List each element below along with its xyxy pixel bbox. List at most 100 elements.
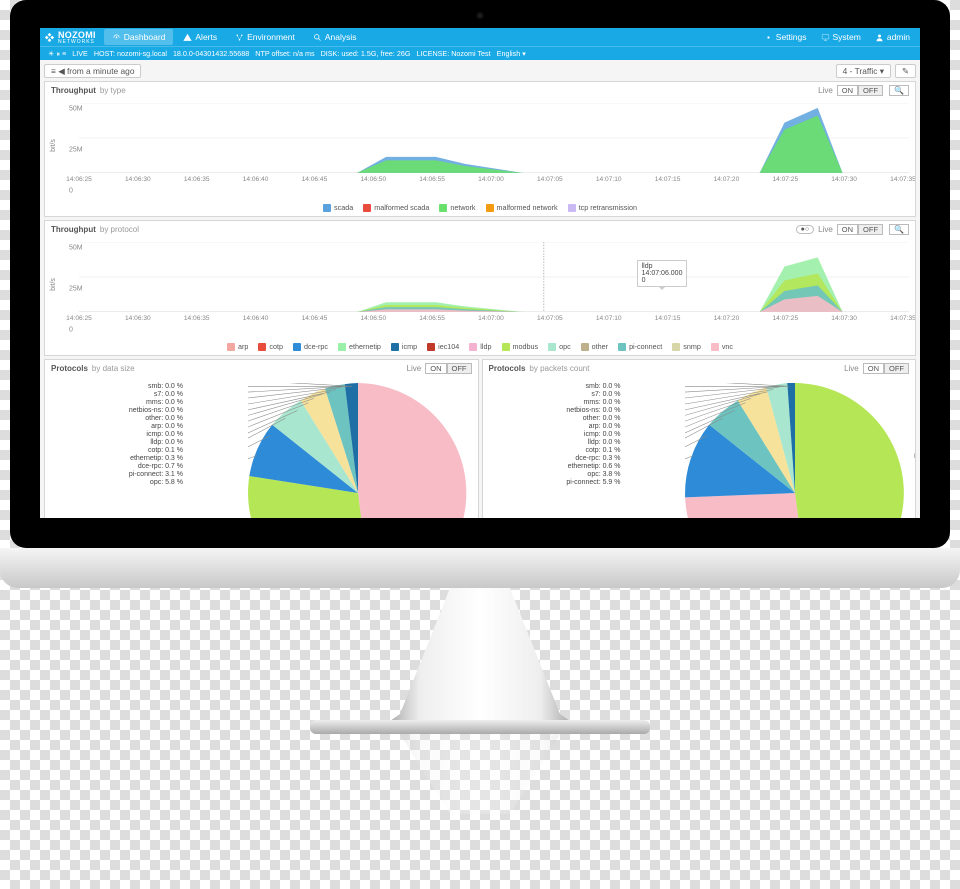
legend-item[interactable]: opc [548,342,571,351]
app-screen: NOZOMINETWORKS Dashboard Alerts Environm… [40,28,920,518]
legend-item[interactable]: iec104 [427,342,459,351]
y-axis-label: bit/s [50,139,57,152]
pie-label: cotp: 0.1 % [491,447,621,454]
x-tick: 14:07:20 [714,315,740,322]
chart-type[interactable]: bit/s 50M 25M 0 14:06:2514:0 [45,99,915,201]
legend-item[interactable]: other [581,342,608,351]
nav-analysis-label: Analysis [325,32,357,42]
legend-item[interactable]: icmp [391,342,417,351]
pie-label: s7: 0.0 % [53,391,183,398]
status-ntp: n/a ms [293,49,315,58]
nav-user-label: admin [887,32,910,42]
nav-system[interactable]: System [815,29,867,45]
legend-swatch [711,343,719,351]
pie-svg [248,383,468,518]
legend-swatch [391,343,399,351]
nav-settings[interactable]: Settings [758,29,813,45]
legend-swatch [618,343,626,351]
pie-labels-pkt: smb: 0.0 %s7: 0.0 %mms: 0.0 %netbios-ns:… [491,383,621,486]
status-build: 18.0.0-04301432.55688 [173,49,249,58]
live-label: Live [818,86,833,95]
nav-user[interactable]: admin [869,29,916,45]
legend-item[interactable]: lldp [469,342,491,351]
mini-toggle-icon[interactable]: ●○ [796,225,814,234]
nav-alerts-label: Alerts [195,32,217,42]
panel-proto-title: Throughput [51,225,96,234]
area-chart-type [79,103,909,173]
chart-proto[interactable]: bit/s 50M 25M 0 [45,238,915,340]
x-tick: 14:06:40 [243,176,269,183]
legend-label: other [592,342,608,351]
legend-item[interactable]: cotp [258,342,283,351]
status-disk-label: DISK: [321,49,340,58]
pie-pkt-subtitle: by packets count [529,364,589,373]
panel-type-subtitle: by type [100,86,126,95]
legend-item[interactable]: snmp [672,342,701,351]
legend-item[interactable]: network [439,203,475,212]
nav-alerts[interactable]: Alerts [175,29,225,45]
legend-label: pi-connect [629,342,662,351]
live-toggle-pie-pkt[interactable]: ONOFF [863,363,909,374]
nav-environment-label: Environment [247,32,295,42]
panel-throughput-by-type: Throughput by type Live ONOFF 🔍 bit/s 50… [44,81,916,217]
pie-label: dce-rpc: 0.7 % [53,463,183,470]
x-tick: 14:06:50 [360,315,386,322]
pie-label: netbios-ns: 0.0 % [491,407,621,414]
status-host: nozomi-sg.local [117,49,167,58]
nav-dashboard[interactable]: Dashboard [104,29,174,45]
pie-label: other: 0.0 % [491,415,621,422]
tab-selector-label: 4 - Traffic [843,66,878,76]
nav-environment[interactable]: Environment [227,29,303,45]
legend-item[interactable]: ethernetip [338,342,381,351]
pie-label: lldp: 0.0 % [53,439,183,446]
status-ntp-label: NTP offset: [255,49,291,58]
brand-logo[interactable]: NOZOMINETWORKS [44,30,96,45]
pie-chart-size[interactable]: smb: 0.0 %s7: 0.0 %mms: 0.0 %netbios-ns:… [45,377,478,518]
legend-item[interactable]: arp [227,342,248,351]
legend-swatch [581,343,589,351]
legend-item[interactable]: pi-connect [618,342,662,351]
live-toggle-pie-size[interactable]: ONOFF [425,363,471,374]
legend-item[interactable]: vnc [711,342,733,351]
pie-label: opc: 5.8 % [53,479,183,486]
toggle-off: OFF [447,363,472,374]
status-license-label: LICENSE: [416,49,449,58]
zoom-button[interactable]: 🔍 [889,224,909,235]
tool-options-button[interactable]: ✎ [895,64,916,78]
pie-label: smb: 0.0 % [491,383,621,390]
pie-big-label: modbus: 47.9 % [914,451,916,460]
search-icon [313,33,322,42]
legend-swatch [439,204,447,212]
tab-selector[interactable]: 4 - Traffic ▾ [836,64,891,78]
nav-analysis[interactable]: Analysis [305,29,365,45]
legend-type: scada malformed scada network malformed net… [45,201,915,216]
x-tick: 14:06:45 [302,315,328,322]
status-bar: ☀ ⏸ ≡ LIVE HOST: nozomi-sg.local 18.0.0-… [40,46,920,60]
legend-label: network [450,203,475,212]
legend-label: malformed scada [374,203,429,212]
pie-svg [685,383,905,518]
time-back-button[interactable]: ≡ ◀ from a minute ago [44,64,141,78]
pie-chart-pkt[interactable]: smb: 0.0 %s7: 0.0 %mms: 0.0 %netbios-ns:… [483,377,916,518]
legend-item[interactable]: modbus [502,342,539,351]
legend-label: cotp [269,342,283,351]
alert-icon [183,33,192,42]
status-lang[interactable]: English ▾ [497,49,526,58]
pie-label: other: 0.0 % [53,415,183,422]
legend-item[interactable]: malformed scada [363,203,429,212]
live-toggle-type[interactable]: ONOFF [837,85,883,96]
legend-swatch [338,343,346,351]
legend-label: snmp [683,342,701,351]
legend-item[interactable]: dce-rpc [293,342,328,351]
zoom-button[interactable]: 🔍 [889,85,909,96]
gear-icon [764,33,773,42]
x-tick: 14:06:35 [184,176,210,183]
y-axis-label: bit/s [50,278,57,291]
legend-item[interactable]: tcp retransmission [568,203,637,212]
legend-swatch [486,204,494,212]
legend-item[interactable]: malformed network [486,203,558,212]
gauge-icon [112,33,121,42]
panel-proto-subtitle: by protocol [100,225,139,234]
legend-item[interactable]: scada [323,203,353,212]
live-toggle-proto[interactable]: ONOFF [837,224,883,235]
